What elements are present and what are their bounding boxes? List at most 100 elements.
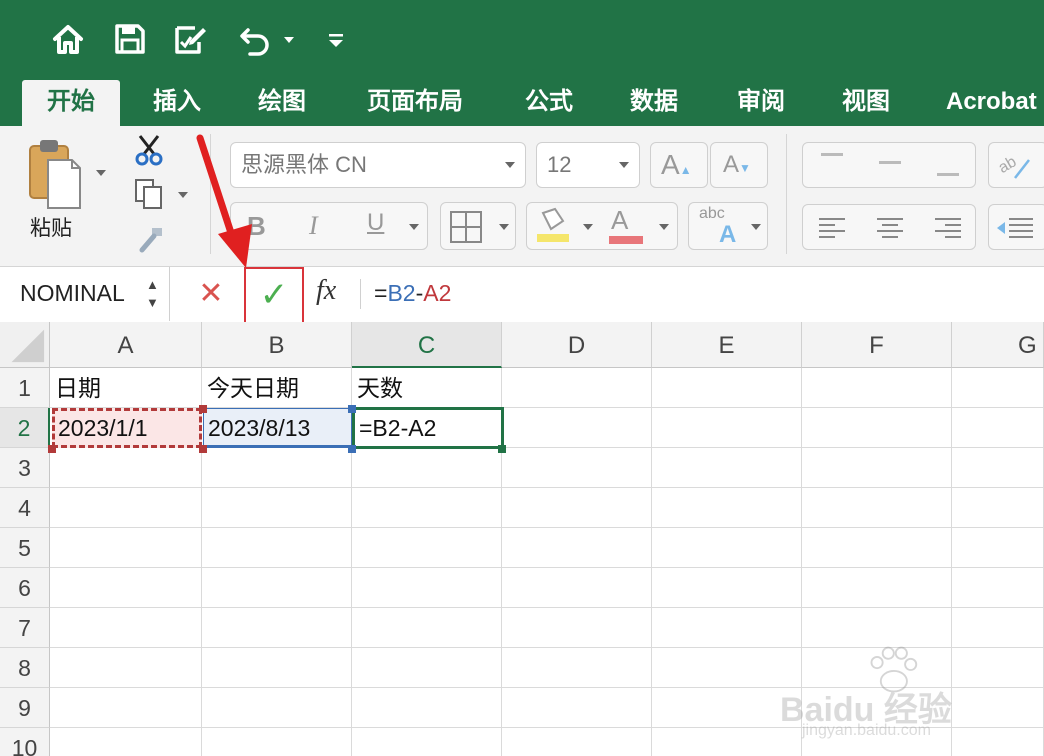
copy-dropdown-icon[interactable] (178, 192, 188, 198)
empty-cell[interactable] (352, 448, 502, 488)
underline-button[interactable]: U (367, 209, 384, 237)
empty-cell[interactable] (50, 688, 202, 728)
tab-home[interactable]: 开始 (22, 80, 120, 126)
row-header-10[interactable]: 10 (0, 728, 50, 756)
empty-cell[interactable] (50, 648, 202, 688)
a2-handle-bl[interactable] (48, 445, 56, 453)
empty-cell[interactable] (352, 568, 502, 608)
save-icon[interactable] (113, 22, 147, 56)
empty-cell[interactable] (652, 488, 802, 528)
font-color-dropdown-icon[interactable] (659, 224, 669, 230)
format-painter-icon[interactable] (134, 224, 166, 254)
empty-cell[interactable] (50, 568, 202, 608)
empty-cell[interactable] (802, 408, 952, 448)
grow-font-button[interactable]: A▲ (650, 142, 708, 188)
empty-cell[interactable] (502, 408, 652, 448)
cell-a1[interactable]: 日期 (50, 368, 202, 408)
empty-cell[interactable] (802, 488, 952, 528)
b2-handle-br[interactable] (348, 445, 356, 453)
a2-handle-br[interactable] (199, 445, 207, 453)
undo-icon[interactable] (238, 22, 272, 56)
empty-cell[interactable] (202, 448, 352, 488)
empty-cell[interactable] (352, 688, 502, 728)
empty-cell[interactable] (202, 688, 352, 728)
row-header-7[interactable]: 7 (0, 608, 50, 648)
fx-icon[interactable]: fx (316, 275, 336, 307)
select-all-corner[interactable] (0, 322, 50, 368)
empty-cell[interactable] (202, 608, 352, 648)
formula-input[interactable]: =B2-A2 (374, 280, 1034, 312)
column-header-b[interactable]: B (202, 322, 352, 368)
empty-cell[interactable] (952, 368, 1044, 408)
empty-cell[interactable] (502, 728, 652, 756)
align-top-icon[interactable] (821, 153, 843, 156)
borders-button[interactable] (440, 202, 516, 250)
c2-fill-handle[interactable] (498, 445, 506, 453)
empty-cell[interactable] (50, 448, 202, 488)
empty-cell[interactable] (952, 488, 1044, 528)
font-color-button[interactable]: A (611, 205, 628, 236)
name-box-up-icon[interactable]: ▲ (146, 277, 159, 292)
paste-label[interactable]: 粘贴 (30, 212, 96, 240)
empty-cell[interactable] (952, 528, 1044, 568)
row-header-5[interactable]: 5 (0, 528, 50, 568)
decrease-indent-button[interactable] (988, 204, 1044, 250)
tab-insert[interactable]: 插入 (138, 80, 216, 126)
row-header-3[interactable]: 3 (0, 448, 50, 488)
home-icon[interactable] (51, 22, 85, 56)
name-box-down-icon[interactable]: ▼ (146, 295, 159, 310)
empty-cell[interactable] (50, 728, 202, 756)
empty-cell[interactable] (952, 568, 1044, 608)
row-header-1[interactable]: 1 (0, 368, 50, 408)
tab-formulas[interactable]: 公式 (510, 80, 588, 126)
underline-dropdown-icon[interactable] (409, 224, 419, 230)
cell-b2[interactable]: 2023/8/13 (203, 408, 352, 448)
phonetic-button[interactable]: abc A (688, 202, 768, 250)
empty-cell[interactable] (802, 568, 952, 608)
empty-cell[interactable] (652, 368, 802, 408)
empty-cell[interactable] (352, 728, 502, 756)
a2-handle-tr[interactable] (199, 405, 207, 413)
column-header-d[interactable]: D (502, 322, 652, 368)
cut-icon[interactable] (134, 134, 164, 166)
font-size-select[interactable]: 12 (536, 142, 640, 188)
empty-cell[interactable] (952, 448, 1044, 488)
empty-cell[interactable] (652, 528, 802, 568)
cell-c2-active[interactable]: =B2-A2 (352, 407, 504, 449)
empty-cell[interactable] (50, 528, 202, 568)
empty-cell[interactable] (352, 648, 502, 688)
row-header-4[interactable]: 4 (0, 488, 50, 528)
edit-document-icon[interactable] (173, 22, 207, 56)
undo-dropdown-icon[interactable] (282, 22, 296, 56)
empty-cell[interactable] (502, 648, 652, 688)
empty-cell[interactable] (352, 488, 502, 528)
empty-cell[interactable] (352, 608, 502, 648)
empty-cell[interactable] (202, 528, 352, 568)
name-box[interactable]: NOMINAL ▲ ▼ (0, 267, 170, 321)
empty-cell[interactable] (652, 408, 802, 448)
column-header-e[interactable]: E (652, 322, 802, 368)
b2-handle-tr[interactable] (348, 405, 356, 413)
confirm-entry-icon[interactable]: ✓ (252, 275, 296, 315)
empty-cell[interactable] (502, 448, 652, 488)
paste-icon[interactable] (26, 138, 86, 214)
tab-view[interactable]: 视图 (827, 80, 905, 126)
cancel-entry-icon[interactable]: ✕ (194, 275, 228, 313)
empty-cell[interactable] (502, 688, 652, 728)
cell-c1[interactable]: 天数 (352, 368, 502, 408)
empty-cell[interactable] (802, 368, 952, 408)
fill-color-dropdown-icon[interactable] (583, 224, 593, 230)
empty-cell[interactable] (202, 568, 352, 608)
tab-review[interactable]: 审阅 (722, 80, 800, 126)
tab-data[interactable]: 数据 (615, 80, 693, 126)
copy-icon[interactable] (134, 178, 164, 210)
column-header-c[interactable]: C (352, 322, 502, 368)
empty-cell[interactable] (802, 448, 952, 488)
align-right-icon[interactable] (933, 216, 963, 240)
tab-acrobat[interactable]: Acrobat (932, 80, 1044, 126)
empty-cell[interactable] (352, 528, 502, 568)
row-header-6[interactable]: 6 (0, 568, 50, 608)
empty-cell[interactable] (502, 528, 652, 568)
row-header-2[interactable]: 2 (0, 408, 50, 448)
row-header-8[interactable]: 8 (0, 648, 50, 688)
